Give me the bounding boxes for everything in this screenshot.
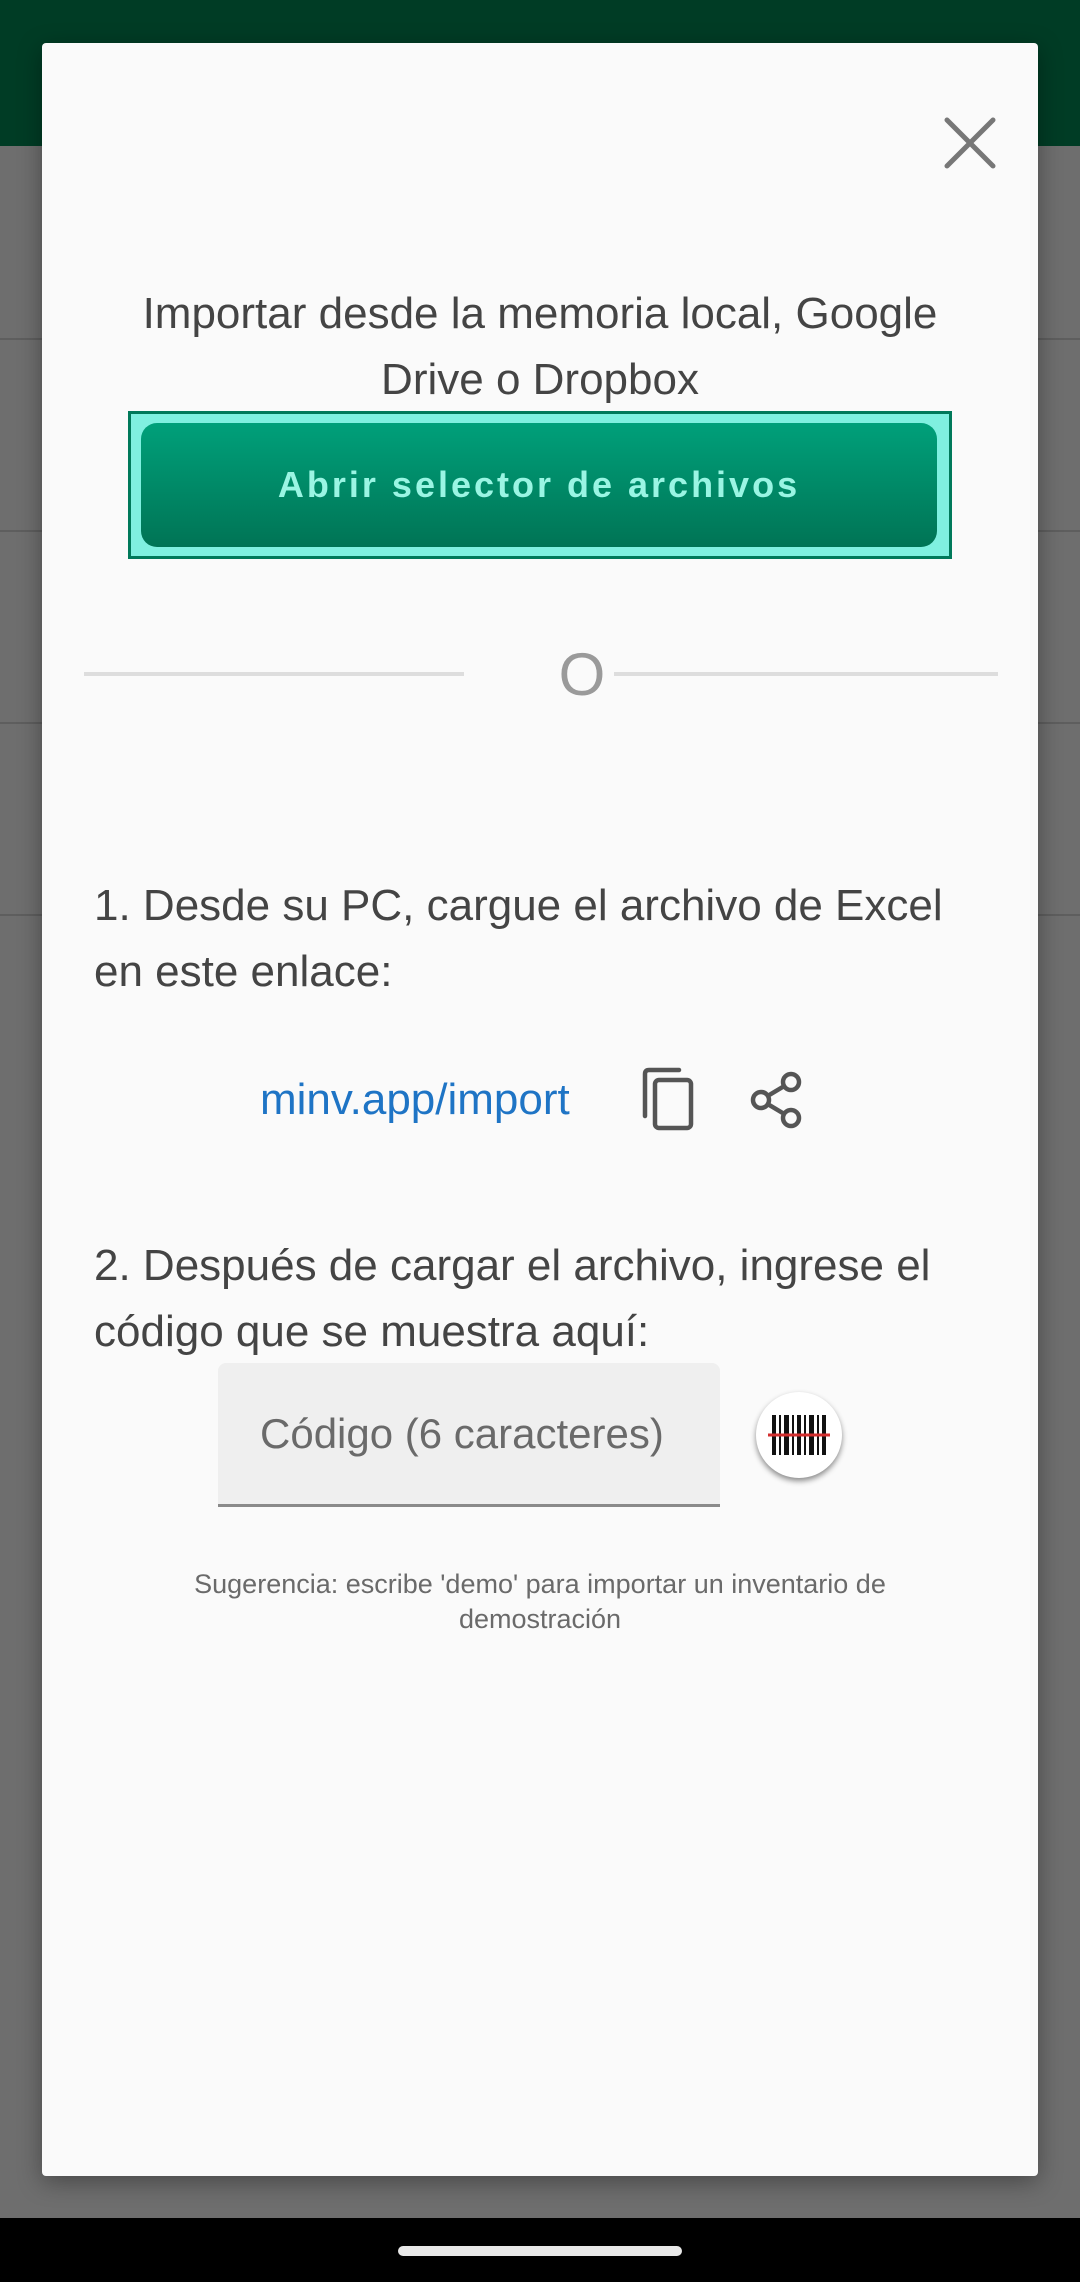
open-file-picker-button[interactable]: Abrir selector de archivos	[141, 423, 937, 547]
close-button[interactable]	[922, 95, 1018, 191]
step-1-instructions: 1. Desde su PC, cargue el archivo de Exc…	[94, 881, 943, 996]
step-2-instructions: 2. Después de cargar el archivo, ingrese…	[94, 1241, 931, 1356]
system-navigation-bar	[0, 2218, 1080, 2282]
demo-hint: Sugerencia: escribe 'demo' para importar…	[194, 1569, 886, 1634]
share-icon	[750, 1071, 802, 1129]
home-indicator[interactable]	[398, 2246, 682, 2256]
copy-link-button[interactable]	[628, 1043, 708, 1155]
barcode-scanner-icon	[768, 1415, 830, 1455]
barcode-scan-button[interactable]	[756, 1392, 842, 1478]
code-input[interactable]	[218, 1363, 720, 1504]
share-link-button[interactable]	[732, 1055, 820, 1145]
import-link[interactable]: minv.app/import	[260, 1067, 570, 1133]
divider-line-left	[84, 672, 464, 676]
import-dialog: Importar desde la memoria local, Google …	[42, 43, 1038, 2176]
divider-line-right	[614, 672, 998, 676]
code-field	[218, 1363, 720, 1507]
close-icon	[944, 117, 996, 169]
dialog-title: Importar desde la memoria local, Google …	[142, 289, 938, 404]
copy-icon	[642, 1067, 694, 1131]
